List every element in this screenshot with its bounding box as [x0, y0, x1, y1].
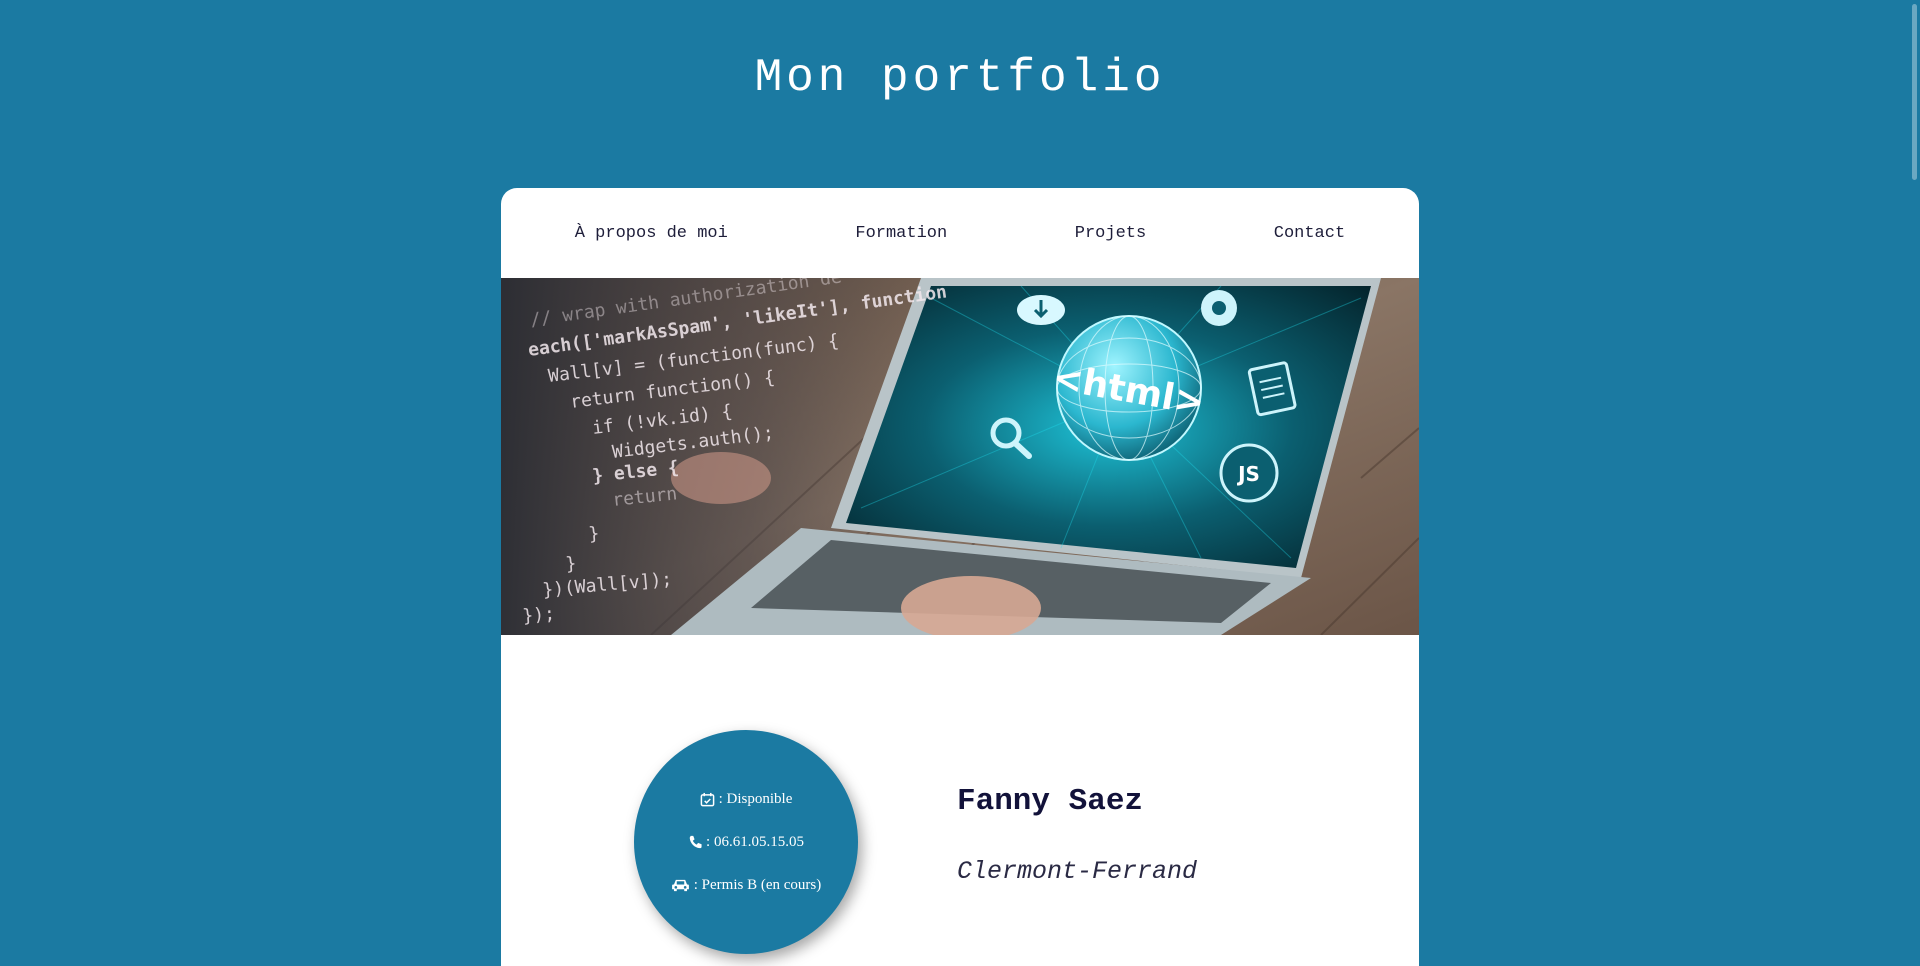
svg-text:}: } — [588, 523, 601, 545]
svg-text:}: } — [565, 553, 578, 575]
phone-icon — [688, 835, 702, 849]
gear-icon — [1201, 290, 1237, 326]
calendar-check-icon — [700, 792, 715, 807]
portfolio-card: À propos de moi Formation Projets Contac… — [501, 188, 1419, 966]
page-scrollbar[interactable] — [1908, 0, 1920, 966]
phone-text: : 06.61.05.15.05 — [706, 833, 804, 850]
nav-item-about[interactable]: À propos de moi — [575, 224, 728, 243]
scrollbar-thumb[interactable] — [1912, 4, 1917, 180]
hand-left — [671, 452, 771, 504]
availability-row: : Disponible — [700, 790, 793, 808]
hero-illustration: <html> JS // wrap with authorization de … — [501, 278, 1419, 635]
svg-text:});: }); — [522, 603, 556, 627]
car-icon — [671, 878, 690, 892]
contact-bubble: : Disponible : 06.61.05.15.05 : Permis B… — [634, 730, 858, 954]
page-title: Mon portfolio — [754, 52, 1166, 104]
nav-item-formation[interactable]: Formation — [855, 224, 947, 243]
availability-text: : Disponible — [718, 790, 793, 807]
js-badge-icon: JS — [1219, 443, 1279, 503]
cloud-download-icon — [1017, 295, 1065, 325]
main-nav: À propos de moi Formation Projets Contac… — [501, 188, 1419, 278]
profile-section: : Disponible : 06.61.05.15.05 : Permis B… — [501, 635, 1419, 966]
document-icon — [1247, 361, 1297, 417]
license-text: : Permis B (en cours) — [693, 876, 822, 893]
profile-city: Clermont-Ferrand — [957, 857, 1198, 886]
hero-image: <html> JS // wrap with authorization de … — [501, 278, 1419, 635]
profile-name: Fanny Saez — [957, 784, 1144, 819]
phone-row: : 06.61.05.15.05 — [688, 834, 804, 851]
svg-text:JS: JS — [1236, 462, 1260, 486]
license-row: : Permis B (en cours) — [671, 877, 821, 894]
nav-item-contact[interactable]: Contact — [1274, 224, 1345, 243]
nav-item-projects[interactable]: Projets — [1075, 224, 1146, 243]
